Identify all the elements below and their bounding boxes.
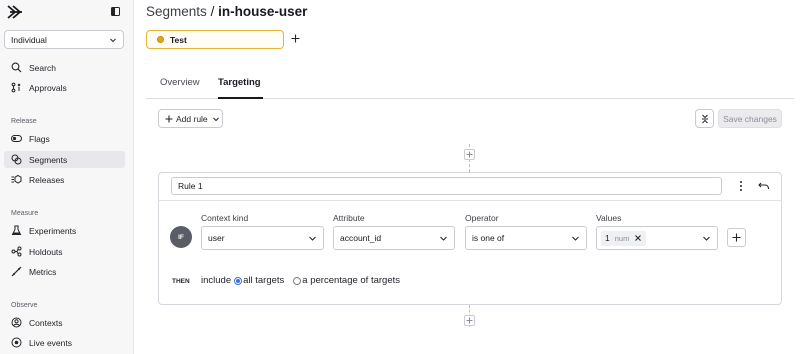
insert-rule-above-button[interactable] [464, 149, 475, 160]
remove-value-icon[interactable] [634, 234, 642, 242]
sidebar-section-observe: Observe [11, 302, 38, 309]
sidebar-item-holdouts[interactable]: Holdouts [4, 243, 125, 260]
holdouts-icon [11, 246, 22, 257]
sidebar-section-measure: Measure [11, 210, 39, 217]
add-rule-label: Add rule [176, 113, 208, 124]
environment-name: Test [170, 34, 187, 45]
environment-color-dot [157, 36, 164, 43]
plus-icon [466, 151, 473, 158]
segments-icon [11, 154, 22, 165]
launchdarkly-logo-icon[interactable] [7, 5, 23, 19]
sidebar-item-live-events[interactable]: Live events [4, 334, 125, 351]
plus-icon [165, 115, 173, 122]
attribute-label: Attribute [333, 213, 365, 223]
chevron-down-icon [309, 236, 316, 241]
context-kind-select[interactable]: user [201, 226, 324, 250]
chevron-down-icon [572, 236, 579, 241]
plus-icon [466, 317, 473, 324]
chevron-down-icon [212, 117, 219, 121]
add-environment-icon[interactable] [290, 33, 301, 44]
sidebar-item-label: Metrics [29, 266, 57, 277]
contexts-icon [11, 317, 22, 328]
sidebar-item-label: Experiments [29, 225, 77, 236]
tab-overview[interactable]: Overview [160, 77, 200, 88]
sidebar-item-contexts[interactable]: Contexts [4, 314, 125, 331]
sidebar-item-label: Segments [29, 154, 68, 165]
value-chip-type: num [614, 233, 630, 243]
sidebar-item-label: Live events [29, 337, 72, 348]
page-title: Segments / in-house-user [146, 4, 307, 19]
sidebar-section-release: Release [11, 118, 37, 125]
sidebar-item-releases[interactable]: Releases [4, 171, 125, 188]
sidebar-item-label: Flags [29, 133, 50, 144]
sidebar-item-label: Search [29, 62, 56, 73]
collapse-icon [701, 114, 708, 123]
approvals-icon [11, 82, 21, 93]
breadcrumb-separator: / [210, 4, 215, 19]
add-rule-button[interactable]: Add rule [158, 109, 223, 128]
save-changes-button[interactable]: Save changes [718, 109, 782, 128]
context-kind-label: Context kind [201, 213, 249, 223]
value-chip: 1 num [601, 230, 647, 246]
values-label: Values [596, 213, 622, 223]
rule-name-input[interactable]: Rule 1 [171, 177, 722, 195]
collapse-all-button[interactable] [695, 109, 714, 128]
live-events-icon [11, 337, 22, 348]
insert-rule-below-button[interactable] [464, 315, 475, 326]
sidebar-item-label: Approvals [29, 82, 67, 93]
attribute-value: account_id [340, 233, 382, 243]
more-options-icon[interactable] [736, 180, 746, 192]
sidebar-item-label: Releases [29, 174, 65, 185]
operator-value: is one of [472, 233, 505, 243]
operator-select[interactable]: is one of [465, 226, 587, 250]
percentage-targets-label[interactable]: a percentage of targets [302, 275, 400, 286]
radio-percentage-targets[interactable] [293, 276, 302, 285]
breadcrumb-segments-link[interactable]: Segments [146, 4, 207, 19]
value-chip-value: 1 [605, 233, 610, 243]
then-row: include all targets a percentage of targ… [201, 275, 400, 286]
chevron-down-icon [440, 236, 447, 241]
metrics-icon [11, 266, 22, 277]
sidebar-item-label: Contexts [29, 317, 63, 328]
undo-icon[interactable] [758, 180, 770, 192]
if-badge: IF [170, 226, 192, 248]
sidebar-item-experiments[interactable]: Experiments [4, 222, 125, 239]
sidebar-item-search[interactable]: Search [4, 59, 125, 76]
context-kind-value: user [208, 233, 225, 243]
plus-icon [732, 233, 741, 242]
operator-label: Operator [465, 213, 499, 223]
project-select-value: Individual [11, 34, 47, 45]
toggle-icon [11, 135, 22, 142]
sidebar-item-segments[interactable]: Segments [4, 151, 125, 168]
all-targets-label[interactable]: all targets [243, 275, 284, 286]
tab-bar: Overview Targeting [146, 75, 794, 99]
values-select[interactable]: 1 num [596, 226, 718, 250]
sidebar-item-approvals[interactable]: Approvals [4, 79, 125, 96]
include-label: include [201, 275, 232, 286]
sidebar-item-metrics[interactable]: Metrics [4, 263, 125, 280]
breadcrumb-current: in-house-user [218, 4, 308, 19]
sidebar: Individual Search Approvals Release Flag… [0, 0, 134, 354]
project-select[interactable]: Individual [4, 30, 124, 49]
flask-icon [11, 225, 22, 235]
search-icon [11, 62, 22, 73]
sidebar-item-label: Holdouts [29, 246, 63, 257]
sidebar-item-flags[interactable]: Flags [4, 130, 125, 147]
tab-active-indicator [218, 97, 263, 99]
chevron-down-icon [110, 38, 116, 42]
sidebar-collapse-icon[interactable] [111, 7, 120, 16]
tab-targeting[interactable]: Targeting [218, 77, 261, 88]
attribute-select[interactable]: account_id [333, 226, 455, 250]
environment-tab[interactable]: Test [146, 30, 284, 49]
then-label: THEN [172, 278, 190, 285]
releases-icon [11, 174, 22, 184]
add-clause-button[interactable] [727, 228, 746, 247]
radio-all-targets[interactable] [234, 276, 243, 285]
rule-divider [158, 200, 782, 201]
chevron-down-icon [703, 236, 710, 241]
